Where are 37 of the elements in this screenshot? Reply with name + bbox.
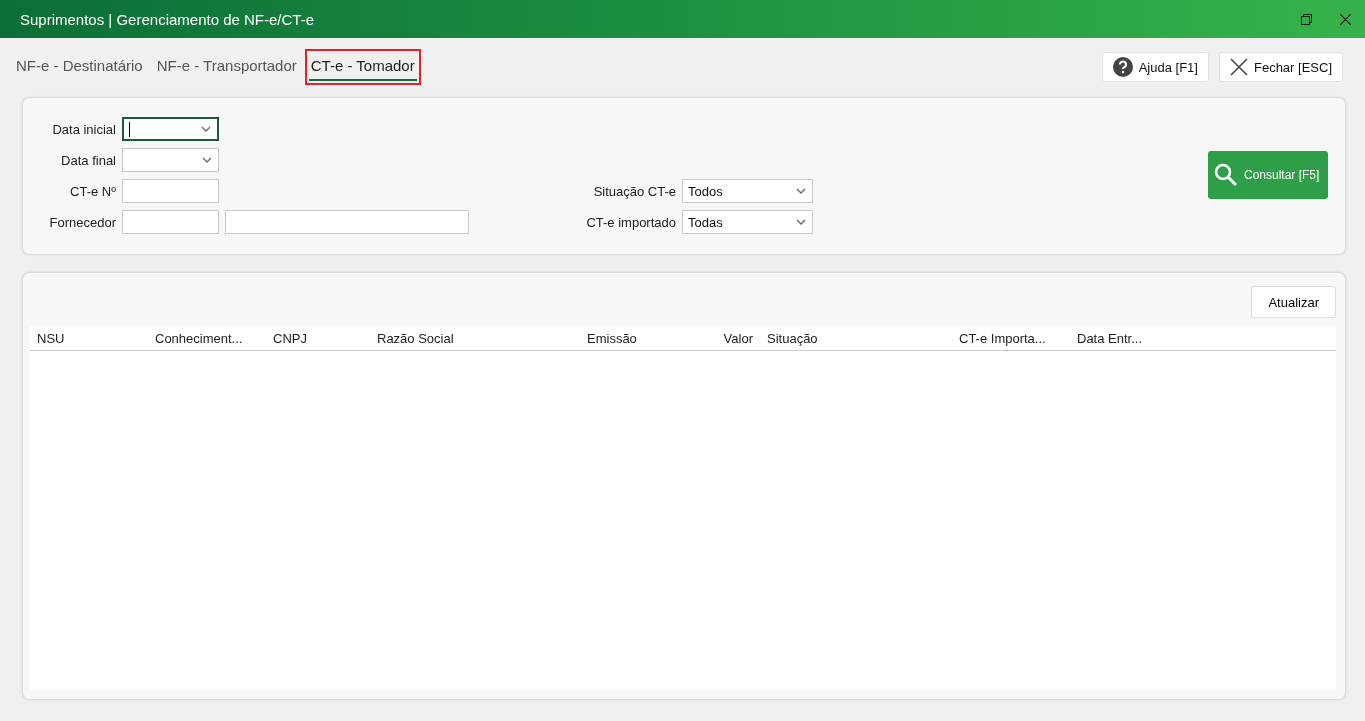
column-header[interactable]: Razão Social bbox=[370, 330, 580, 346]
close-icon bbox=[1229, 58, 1248, 76]
field-label: Data final bbox=[60, 152, 116, 168]
window-title: Suprimentos | Gerenciamento de NF-e/CT-e bbox=[20, 10, 315, 28]
close-icon[interactable] bbox=[1340, 13, 1351, 25]
search-icon bbox=[1214, 163, 1238, 187]
column-header[interactable]: CNPJ bbox=[266, 330, 370, 346]
refresh-button[interactable]: Atualizar bbox=[1251, 286, 1336, 318]
chevron-down-icon bbox=[796, 219, 806, 225]
field-label: CT-e Nº bbox=[69, 183, 116, 199]
dropdown[interactable]: Todos bbox=[682, 179, 813, 203]
column-header[interactable]: Conheciment... bbox=[148, 330, 266, 346]
tab[interactable]: NF-e - Destinatário bbox=[10, 49, 149, 85]
input-field[interactable] bbox=[225, 210, 469, 234]
input-field[interactable] bbox=[122, 179, 219, 203]
field-label: CT-e importado bbox=[585, 214, 676, 230]
input-field[interactable] bbox=[122, 210, 219, 234]
help-icon bbox=[1112, 57, 1133, 77]
field-label: Fornecedor bbox=[48, 214, 116, 230]
date-field[interactable] bbox=[122, 117, 219, 141]
restore-icon[interactable] bbox=[1301, 13, 1312, 25]
chevron-down-icon bbox=[202, 157, 212, 163]
help-button[interactable]: Ajuda [F1] bbox=[1101, 52, 1209, 82]
column-header[interactable]: CT-e Importa... bbox=[952, 330, 1070, 346]
column-header[interactable]: NSU bbox=[30, 330, 148, 346]
column-header[interactable]: Emissão bbox=[580, 330, 690, 346]
chevron-down-icon bbox=[796, 188, 806, 194]
tab[interactable]: CT-e - Tomador bbox=[304, 49, 421, 85]
close-button[interactable]: Fechar [ESC] bbox=[1218, 52, 1343, 82]
chevron-down-icon bbox=[201, 126, 211, 132]
column-header[interactable]: Valor bbox=[690, 330, 760, 346]
column-header[interactable]: Data Entr... bbox=[1070, 330, 1170, 346]
field-label: Situação CT-e bbox=[592, 183, 676, 199]
field-label: Data inicial bbox=[51, 121, 116, 137]
tab[interactable]: NF-e - Transportador bbox=[150, 49, 303, 85]
column-header[interactable]: Situação bbox=[760, 330, 952, 346]
dropdown[interactable]: Todas bbox=[682, 210, 813, 234]
